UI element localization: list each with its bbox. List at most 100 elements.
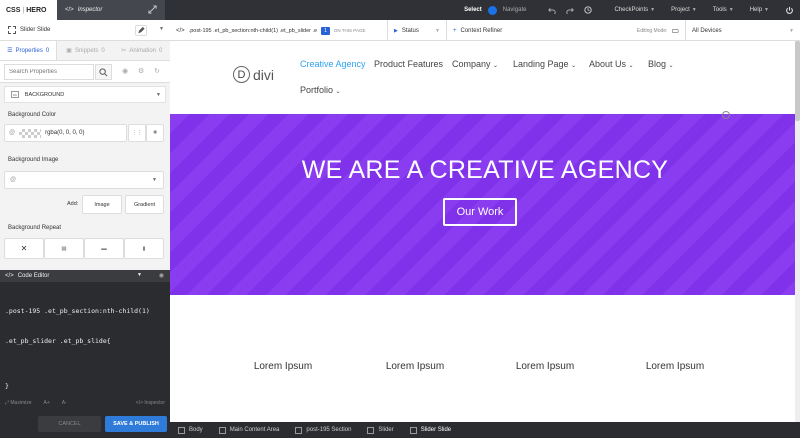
element-icon: [409, 426, 417, 434]
select-mode-label[interactable]: Select: [464, 7, 482, 13]
menu-tools-label: Tools: [712, 7, 727, 13]
menu-project[interactable]: Project ▼: [663, 0, 705, 20]
breadcrumb-label: post-195 Section: [306, 427, 352, 433]
menu-checkpoints[interactable]: CheckPoints ▼: [606, 0, 663, 20]
breadcrumb-item-section[interactable]: post-195 Section: [287, 422, 359, 438]
mode-toggle[interactable]: [487, 5, 497, 15]
font-increase-button[interactable]: A+: [44, 400, 50, 406]
match-count-badge: 1: [321, 26, 330, 35]
scrollbar[interactable]: [795, 41, 800, 422]
tab-animation[interactable]: ✂ Animation 0: [114, 41, 170, 60]
top-bar-right: Select Navigate CheckPoints ▼ Project ▼ To…: [456, 0, 800, 20]
nav-company[interactable]: Company ⌄: [452, 59, 498, 69]
grid-icon: ▦: [61, 245, 67, 252]
code-line: .post-195 .et_pb_section:nth-child(1): [5, 307, 150, 315]
transparent-swatch[interactable]: [19, 128, 42, 138]
chevron-down-icon: ▼: [152, 177, 157, 183]
chevron-down-icon[interactable]: ▼: [159, 26, 164, 32]
bg-color-field[interactable]: @ rgba(0, 0, 0, 0): [4, 124, 127, 142]
our-work-button[interactable]: Our Work: [443, 198, 517, 226]
breadcrumb-item-main-content[interactable]: Main Content Area: [211, 422, 288, 438]
breadcrumb-item-slider-slide[interactable]: Slider Slide: [402, 422, 459, 438]
site-logo[interactable]: D divi: [233, 66, 274, 83]
history-clock-icon[interactable]: [584, 6, 593, 14]
editing-mode: Editing Mode: ▭: [615, 20, 685, 41]
code-line: }: [5, 382, 9, 390]
site-preview[interactable]: D divi Creative Agency Product Features …: [170, 41, 800, 422]
save-publish-button[interactable]: SAVE & PUBLISH: [105, 416, 167, 432]
loading-icon: ✺: [152, 130, 158, 136]
navigate-mode-label[interactable]: Navigate: [503, 7, 527, 13]
power-button[interactable]: [777, 0, 800, 20]
selected-element-label: Slider Slide: [20, 27, 51, 33]
add-gradient-button[interactable]: Gradient: [125, 195, 164, 214]
inspector-toggle-button[interactable]: </> Inspector: [136, 400, 165, 406]
paint-icon: @: [10, 177, 17, 183]
inspector-tab[interactable]: </> Inspector: [57, 0, 165, 20]
status-dropdown[interactable]: ▶ Status ▼: [388, 20, 447, 41]
nav-product-features[interactable]: Product Features: [374, 59, 443, 69]
selector-row[interactable]: Slider Slide ▼: [0, 20, 170, 41]
breadcrumb-item-slider[interactable]: Slider: [359, 422, 401, 438]
breadcrumb-item-body[interactable]: Body: [170, 422, 211, 438]
chevron-down-icon: ⌄: [493, 63, 499, 69]
add-label: Add:: [67, 201, 79, 207]
nav-company-label: Company: [452, 59, 491, 69]
context-refiner-dropdown[interactable]: + Context Refiner: [447, 20, 615, 41]
undo-icon[interactable]: [548, 6, 557, 14]
nav-portfolio[interactable]: Portfolio ⌄: [300, 85, 341, 95]
tab-properties[interactable]: ☰ Properties 0: [0, 41, 58, 60]
code-editor-textarea[interactable]: .post-195 .et_pb_section:nth-child(1) .e…: [5, 286, 165, 366]
code-icon: </>: [5, 273, 14, 279]
repeat-x-button[interactable]: ▬: [84, 238, 124, 259]
search-button[interactable]: [95, 64, 112, 80]
settings-icon[interactable]: ⚙: [138, 67, 144, 75]
list-icon: ☰: [7, 48, 13, 54]
scrollbar-thumb[interactable]: [795, 41, 800, 121]
repeat-y-button[interactable]: ▮: [124, 238, 164, 259]
element-icon: [295, 426, 303, 434]
repeat-none-button[interactable]: ✕: [4, 238, 44, 259]
bg-image-label: Background Image: [8, 157, 59, 163]
code-editor-header[interactable]: </> Code Editor ▼ ◉: [0, 270, 170, 282]
redo-icon[interactable]: [566, 6, 575, 14]
tab-snippets-label: Snippets: [74, 47, 99, 54]
selector-path-field[interactable]: </> .post-195 .et_pb_section:nth-child(1…: [170, 20, 388, 41]
inspector-toggle-label: Inspector: [144, 400, 165, 406]
font-decrease-button[interactable]: A-: [62, 400, 67, 406]
search-input[interactable]: [4, 64, 94, 80]
mode-switch[interactable]: Select Navigate: [456, 0, 534, 20]
chevron-down-icon: ▼: [156, 92, 161, 98]
cancel-button[interactable]: CANCEL: [38, 416, 101, 432]
nav-landing-page[interactable]: Landing Page ⌄: [513, 59, 576, 69]
breadcrumb-label: Body: [189, 427, 203, 433]
add-image-button[interactable]: Image: [82, 195, 122, 214]
menu-help[interactable]: Help ▼: [742, 0, 777, 20]
eyedropper-button[interactable]: ✺: [146, 124, 164, 142]
eye-icon[interactable]: ◉: [122, 67, 128, 75]
eye-icon[interactable]: ◉: [159, 272, 164, 279]
nav-creative-agency[interactable]: Creative Agency: [300, 59, 366, 69]
match-count-label: ON THIS PAGE: [333, 28, 366, 33]
play-icon: ▶: [394, 27, 398, 34]
chevron-down-icon[interactable]: ▼: [137, 272, 142, 278]
maximize-button[interactable]: ⤢ Maximize: [5, 400, 32, 406]
property-group-select[interactable]: ▭ BACKGROUND ▼: [4, 86, 166, 103]
tab-snippets[interactable]: ▣ Snippets 0: [57, 41, 113, 60]
repeat-both-button[interactable]: ▦: [44, 238, 84, 259]
edit-selector-button[interactable]: [135, 25, 147, 36]
color-palette-button[interactable]: ⋮⋮: [128, 124, 146, 142]
hero-slider-slide[interactable]: WE ARE A CREATIVE AGENCY Our Work: [170, 114, 800, 295]
nav-about-us[interactable]: About Us ⌄: [589, 59, 634, 69]
tab-animation-count: 0: [159, 47, 163, 54]
expand-icon[interactable]: [148, 5, 157, 14]
device-select[interactable]: All Devices ▼: [685, 20, 800, 41]
menu-tools[interactable]: Tools ▼: [705, 0, 742, 20]
nav-blog[interactable]: Blog ⌄: [648, 59, 674, 69]
selection-handle-icon[interactable]: [722, 111, 730, 119]
context-refiner-label: Context Refiner: [460, 27, 503, 34]
top-bar: CSS | HERO </> Inspector Select Navigate…: [0, 0, 800, 20]
lorem-heading: Lorem Ipsum: [515, 361, 575, 372]
bg-image-select[interactable]: @ ▼: [4, 171, 164, 189]
refresh-icon[interactable]: ↻: [154, 67, 160, 75]
